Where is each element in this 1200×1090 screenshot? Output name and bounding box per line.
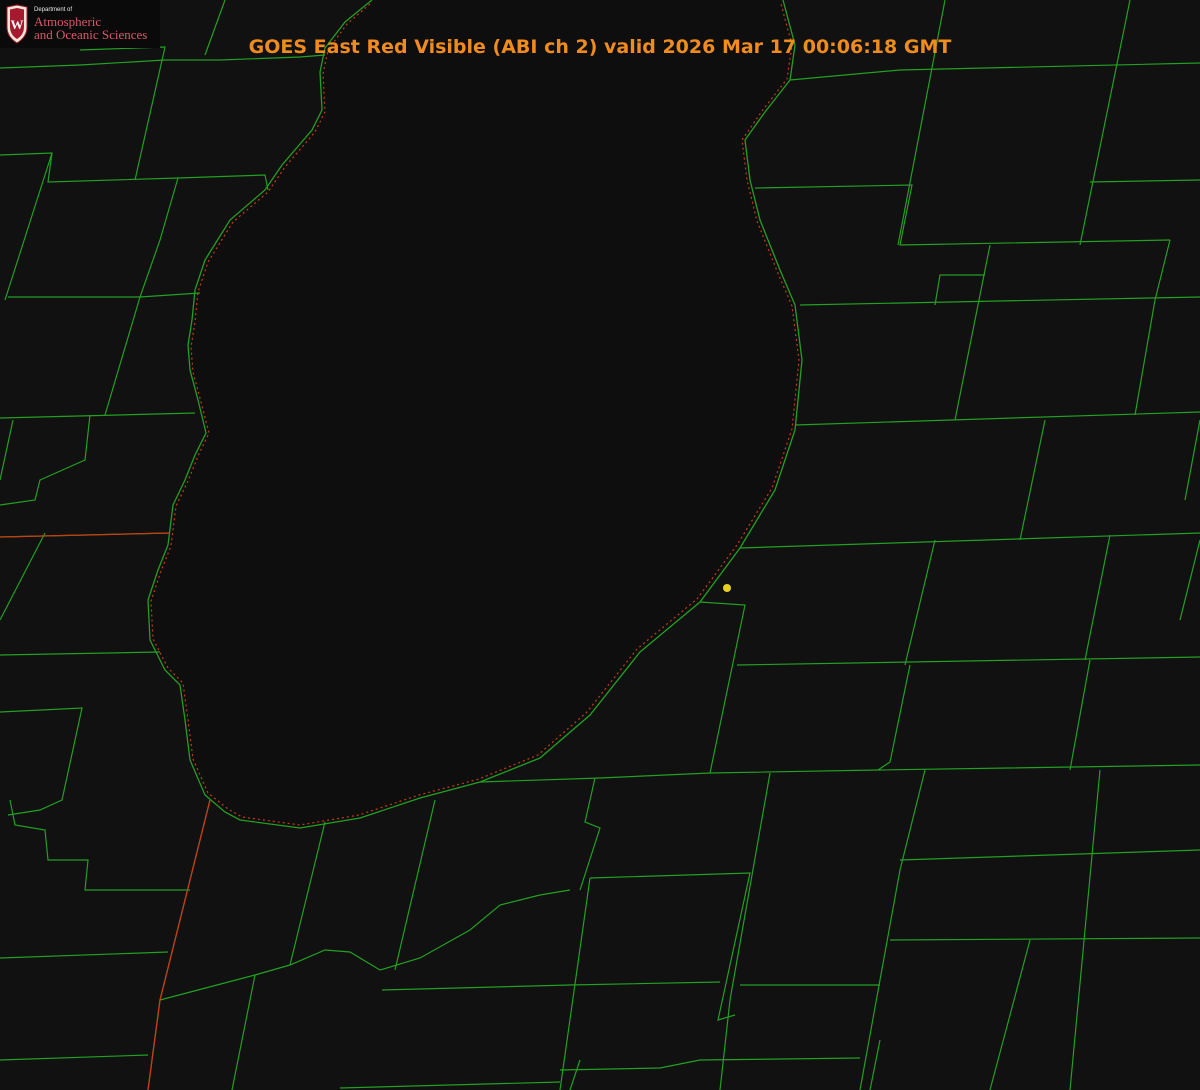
logo-small-text: Department of xyxy=(34,7,73,13)
map-canvas xyxy=(0,0,1200,1090)
satellite-map: W Department of Atmospheric and Oceanic … xyxy=(0,0,1200,1090)
image-title: GOES East Red Visible (ABI ch 2) valid 2… xyxy=(248,36,952,58)
logo-letter: W xyxy=(11,17,24,32)
location-dot-icon xyxy=(723,584,731,592)
